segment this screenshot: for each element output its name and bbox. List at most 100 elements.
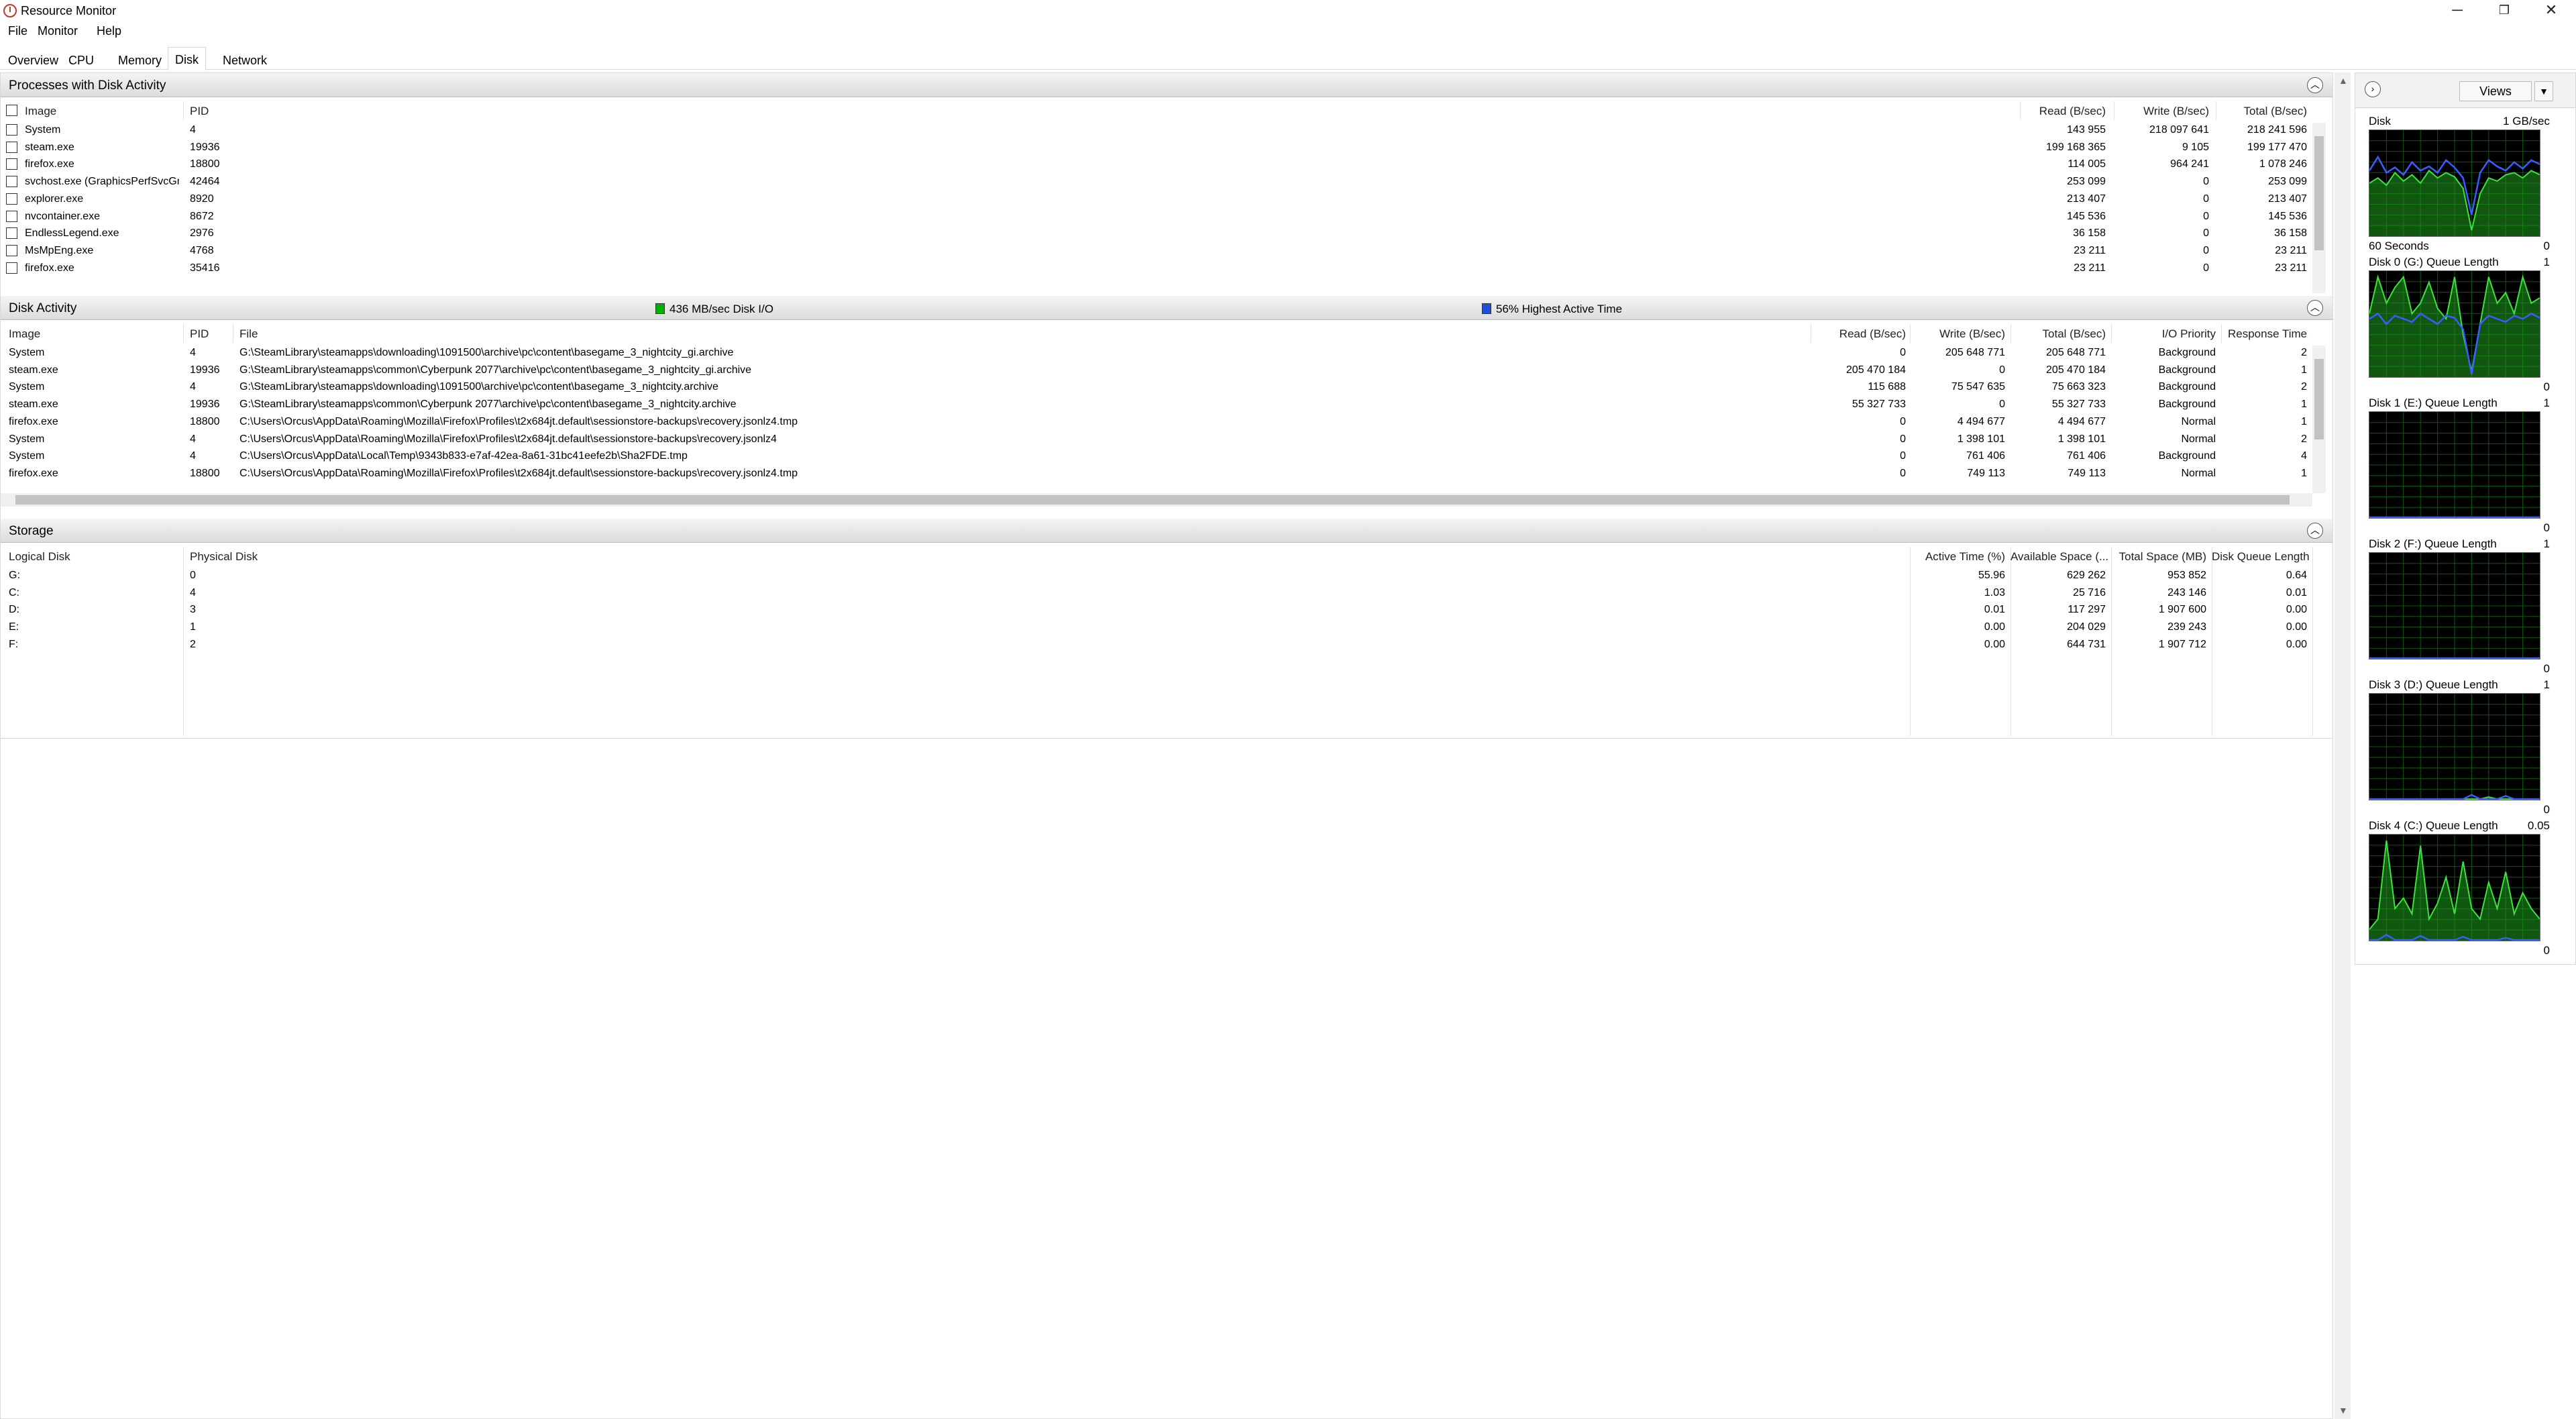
- column-available-space[interactable]: Available Space (...: [2010, 550, 2108, 564]
- graph-min-label: 0: [2543, 944, 2550, 957]
- collapse-chevron-icon[interactable]: ︿: [2307, 523, 2323, 539]
- table-row[interactable]: G: 0 55.96 629 262 953 852 0.64: [1, 567, 2308, 583]
- table-row[interactable]: D: 3 0.01 117 297 1 907 600 0.00: [1, 601, 2308, 617]
- row-checkbox[interactable]: [6, 244, 17, 256]
- row-checkbox[interactable]: [6, 124, 17, 136]
- disk-activity-panel-header[interactable]: Disk Activity 436 MB/sec Disk I/O 56% Hi…: [1, 296, 2332, 320]
- table-row[interactable]: System 4 G:\SteamLibrary\steamapps\downloa…: [1, 378, 2308, 395]
- table-row[interactable]: svchost.exe (GraphicsPerfSvcGr... 42464 25…: [1, 173, 2308, 189]
- table-row[interactable]: steam.exe 19936 G:\SteamLibrary\steamapps\…: [1, 362, 2308, 378]
- column-write[interactable]: Write (B/sec): [1910, 327, 2005, 341]
- disk-activity-vscrollbar[interactable]: [2312, 346, 2326, 493]
- table-row[interactable]: MsMpEng.exe 4768 23 211 0 23 211: [1, 242, 2308, 258]
- row-checkbox[interactable]: [6, 193, 17, 205]
- column-pid[interactable]: PID: [190, 105, 209, 118]
- collapse-chevron-icon[interactable]: ︿: [2307, 77, 2323, 93]
- cell-write: 4 494 677: [1957, 415, 2005, 427]
- table-row[interactable]: nvcontainer.exe 8672 145 536 0 145 536: [1, 208, 2308, 224]
- column-disk-queue-length[interactable]: Disk Queue Length: [2212, 550, 2310, 564]
- scroll-thumb[interactable]: [2314, 359, 2324, 439]
- collapse-chevron-icon[interactable]: ︿: [2307, 300, 2323, 316]
- cell-active-time: 0.01: [1984, 604, 2005, 616]
- disk-activity-hscrollbar[interactable]: [1, 493, 2312, 507]
- cell-total-space: 1 907 600: [2158, 604, 2206, 616]
- minimize-icon[interactable]: ─: [2434, 0, 2481, 21]
- menu-monitor[interactable]: Monitor: [38, 24, 78, 38]
- tab-disk[interactable]: Disk: [168, 47, 206, 70]
- cell-pid: 4: [190, 381, 196, 393]
- row-checkbox[interactable]: [6, 176, 17, 188]
- views-button[interactable]: Views: [2459, 81, 2532, 101]
- table-row[interactable]: firefox.exe 18800 C:\Users\Orcus\AppData\R…: [1, 465, 2308, 481]
- close-icon[interactable]: ✕: [2528, 0, 2575, 21]
- scroll-thumb[interactable]: [15, 495, 2290, 505]
- scroll-up-arrow-icon[interactable]: ▲: [2339, 75, 2348, 86]
- tab-memory[interactable]: Memory: [111, 48, 168, 70]
- cell-file: G:\SteamLibrary\steamapps\downloading\10…: [239, 381, 718, 393]
- tab-cpu[interactable]: CPU: [62, 48, 101, 70]
- column-logical-disk[interactable]: Logical Disk: [9, 550, 70, 564]
- blue-legend-square: [1482, 303, 1491, 314]
- column-read[interactable]: Read (B/sec): [1811, 327, 1906, 341]
- column-image[interactable]: Image: [9, 327, 40, 341]
- table-row[interactable]: System 4 C:\Users\Orcus\AppData\Local\Temp…: [1, 448, 2308, 464]
- table-row[interactable]: firefox.exe 18800 114 005 964 241 1 078 246: [1, 156, 2308, 172]
- cell-io-priority: Background: [2158, 347, 2216, 358]
- storage-panel-header[interactable]: Storage ︿: [1, 519, 2332, 543]
- cell-total: 1 398 101: [2057, 433, 2106, 445]
- table-row[interactable]: steam.exe 19936 G:\SteamLibrary\steamapps\…: [1, 396, 2308, 412]
- column-pid[interactable]: PID: [190, 327, 209, 341]
- menu-help[interactable]: Help: [97, 24, 121, 38]
- table-row[interactable]: steam.exe 19936 199 168 365 9 105 199 177 47…: [1, 139, 2308, 155]
- menu-file[interactable]: File: [8, 24, 28, 38]
- column-active-time[interactable]: Active Time (%): [1910, 550, 2005, 564]
- column-total[interactable]: Total (B/sec): [2010, 327, 2106, 341]
- table-row[interactable]: System 4 C:\Users\Orcus\AppData\Roaming\Mo…: [1, 431, 2308, 447]
- table-row[interactable]: C: 4 1.03 25 716 243 146 0.01: [1, 584, 2308, 600]
- column-response-time[interactable]: Response Time (...: [2228, 327, 2311, 341]
- column-write[interactable]: Write (B/sec): [2114, 105, 2209, 118]
- table-row[interactable]: firefox.exe 35416 23 211 0 23 211: [1, 260, 2308, 276]
- cell-pid: 18800: [190, 415, 220, 427]
- tab-network[interactable]: Network: [216, 48, 274, 70]
- row-checkbox[interactable]: [6, 262, 17, 274]
- cell-write: 0: [2203, 262, 2209, 274]
- column-io-priority[interactable]: I/O Priority: [2111, 327, 2216, 341]
- scroll-down-arrow-icon[interactable]: ▼: [2339, 1405, 2348, 1416]
- views-dropdown-icon[interactable]: ▼: [2534, 81, 2553, 101]
- table-row[interactable]: E: 1 0.00 204 029 239 243 0.00: [1, 619, 2308, 635]
- graph-1: [2369, 270, 2540, 378]
- cell-io-priority: Background: [2158, 399, 2216, 411]
- column-read[interactable]: Read (B/sec): [2020, 105, 2106, 118]
- row-checkbox[interactable]: [6, 227, 17, 240]
- graphs-panel-toolbar: › Views ▼: [2355, 73, 2575, 108]
- processes-panel-header[interactable]: Processes with Disk Activity ︿: [1, 73, 2332, 97]
- select-all-checkbox[interactable]: [6, 105, 17, 116]
- row-checkbox[interactable]: [6, 141, 17, 153]
- column-physical-disk[interactable]: Physical Disk: [190, 550, 258, 564]
- table-row[interactable]: System 4 143 955 218 097 641 218 241 596: [1, 121, 2308, 138]
- column-file[interactable]: File: [239, 327, 258, 341]
- row-checkbox[interactable]: [6, 158, 17, 170]
- table-row[interactable]: System 4 G:\SteamLibrary\steamapps\downloa…: [1, 344, 2308, 360]
- table-row[interactable]: EndlessLegend.exe 2976 36 158 0 36 158: [1, 225, 2308, 241]
- table-row[interactable]: explorer.exe 8920 213 407 0 213 407: [1, 191, 2308, 207]
- column-total[interactable]: Total (B/sec): [2216, 105, 2307, 118]
- main-vertical-scrollbar[interactable]: ▲ ▼: [2334, 72, 2351, 1419]
- expand-chevron-icon[interactable]: ›: [2365, 81, 2381, 97]
- cell-write: 0: [1999, 364, 2005, 376]
- restore-icon[interactable]: ❐: [2481, 0, 2528, 21]
- cell-disk-queue-length: 0.00: [2286, 638, 2307, 650]
- table-row[interactable]: F: 2 0.00 644 731 1 907 712 0.00: [1, 636, 2308, 652]
- column-total-space[interactable]: Total Space (MB): [2111, 550, 2206, 564]
- tab-overview[interactable]: Overview: [1, 48, 65, 70]
- cell-response-time: 2: [2301, 381, 2307, 393]
- cell-image: nvcontainer.exe: [25, 210, 101, 222]
- graph-min-label: 0: [2543, 521, 2550, 534]
- processes-scrollbar[interactable]: [2312, 123, 2326, 293]
- cell-read: 145 536: [2067, 210, 2106, 222]
- table-row[interactable]: firefox.exe 18800 C:\Users\Orcus\AppData\R…: [1, 413, 2308, 429]
- column-image[interactable]: Image: [25, 105, 56, 118]
- row-checkbox[interactable]: [6, 210, 17, 222]
- scroll-thumb[interactable]: [2314, 136, 2324, 250]
